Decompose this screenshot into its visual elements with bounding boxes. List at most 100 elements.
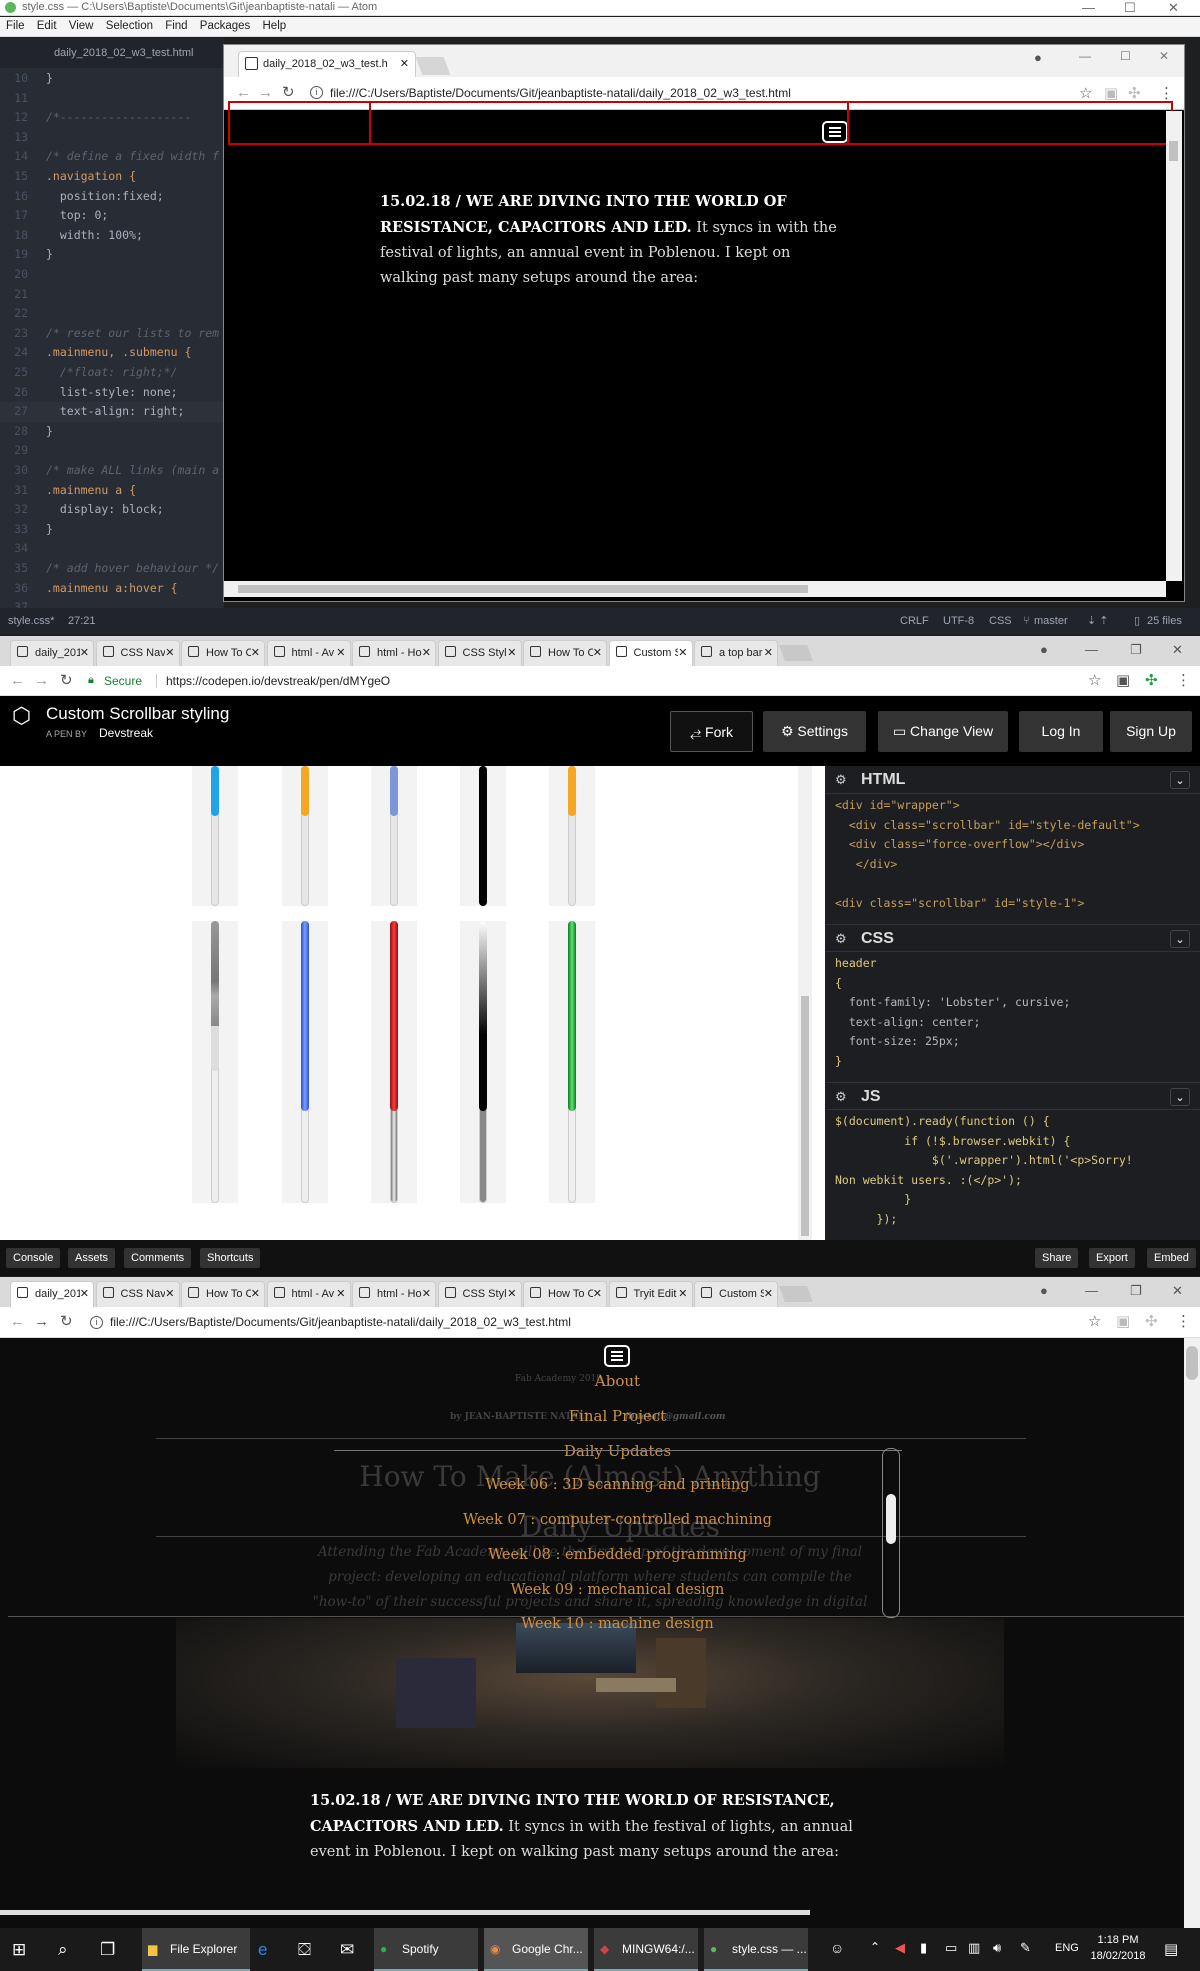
mail-icon[interactable]: ✉ — [340, 1940, 354, 1960]
pen-title[interactable]: Custom Scrollbar styling — [46, 704, 229, 724]
menu-edit[interactable]: Edit — [37, 20, 57, 32]
code-line[interactable]: 37 — [0, 598, 224, 608]
code-line[interactable]: 22 — [0, 304, 224, 324]
address-input[interactable]: file:///C:/Users/Baptiste/Documents/Git/… — [330, 83, 791, 103]
menu-file[interactable]: File — [6, 20, 25, 32]
menu-item[interactable]: About — [0, 1372, 1184, 1390]
extension-icon[interactable]: ✣ — [1128, 84, 1141, 102]
code-line[interactable]: 10} — [0, 69, 224, 89]
pen-author[interactable]: Devstreak — [99, 726, 153, 740]
scrollbar-thumb[interactable] — [479, 766, 487, 906]
tab-close-icon[interactable]: ✕ — [79, 1282, 89, 1306]
tab-close-icon[interactable]: ✕ — [250, 1282, 260, 1306]
tray-icon[interactable]: ▮ — [920, 1940, 927, 1956]
address-input[interactable]: file:///C:/Users/Baptiste/Documents/Git/… — [110, 1312, 571, 1332]
shortcuts-button[interactable]: Shortcuts — [200, 1248, 261, 1268]
html-code[interactable]: <div id="wrapper"> <div class="scrollbar… — [835, 796, 1140, 913]
share-button[interactable]: Share — [1035, 1248, 1079, 1268]
info-icon[interactable]: i — [310, 86, 323, 99]
tab-close-icon[interactable]: ✕ — [421, 641, 431, 665]
scrollbar-thumb[interactable] — [211, 921, 219, 1071]
address-input[interactable]: https://codepen.io/devstreak/pen/dMYgeO — [166, 671, 390, 691]
browser-tab[interactable]: Custom S ✕ — [608, 640, 693, 666]
bookmark-star-icon[interactable]: ☆ — [1079, 84, 1092, 102]
console-button[interactable]: Console — [6, 1248, 61, 1268]
horizontal-scrollbar[interactable] — [224, 581, 1166, 597]
tab-close-icon[interactable]: ✕ — [678, 641, 688, 665]
status-files[interactable]: 25 files — [1147, 608, 1182, 634]
fetch-arrows-icon[interactable]: ⇣ ⇡ — [1087, 608, 1109, 634]
tab-close-icon[interactable]: ✕ — [336, 1282, 346, 1306]
editor-tab[interactable]: daily_2018_02_w3_test.html — [0, 38, 224, 68]
code-line[interactable]: 24 .mainmenu, .submenu { — [0, 343, 224, 363]
vertical-scrollbar[interactable] — [1166, 111, 1182, 581]
browser-tab[interactable]: How To C ✕ — [523, 1281, 607, 1307]
scrollbar-demo[interactable] — [192, 921, 238, 1203]
forward-icon[interactable]: → — [34, 673, 49, 689]
close-icon[interactable]: ✕ — [1172, 642, 1183, 658]
new-tab-button[interactable] — [415, 57, 451, 75]
browser-tab[interactable]: How To C ✕ — [181, 1281, 265, 1307]
browser-tab[interactable]: CSS Stylin ✕ — [437, 640, 522, 666]
code-line[interactable]: 36 .mainmenu a:hover { — [0, 579, 224, 599]
result-scrollbar[interactable] — [798, 766, 812, 1254]
scrollbar-demo[interactable] — [460, 921, 506, 1203]
code-line[interactable]: 25 /*float: right;*/ — [0, 363, 224, 383]
scrollbar-thumb[interactable] — [479, 921, 487, 1111]
new-tab-button[interactable] — [778, 645, 813, 661]
code-line[interactable]: 19} — [0, 245, 224, 265]
browser-tab[interactable]: Custom S ✕ — [694, 1281, 778, 1307]
menu-item[interactable]: Week 10 : machine design — [0, 1616, 1184, 1632]
extension-icon[interactable]: ✣ — [1145, 671, 1158, 689]
chevron-down-icon[interactable]: ⌄ — [1170, 930, 1190, 948]
maximize-icon[interactable]: ☐ — [1124, 0, 1136, 15]
browser-tab[interactable]: CSS Navi ✕ — [95, 1281, 180, 1307]
browser-tab[interactable]: daily_201 ✕ — [10, 640, 94, 666]
scrollbar-thumb[interactable] — [301, 766, 309, 816]
code-line[interactable]: 20 — [0, 265, 224, 285]
tab-close-icon[interactable]: ✕ — [507, 1282, 517, 1306]
browser-tab[interactable]: html - Av ✕ — [266, 1281, 351, 1307]
taskbar-chrome[interactable]: ◉ Google Chr... — [484, 1928, 588, 1971]
scrollbar-thumb[interactable] — [390, 766, 398, 816]
menu-scrollbar[interactable] — [882, 1448, 900, 1618]
browser-tab[interactable]: How To C ✕ — [523, 640, 607, 666]
scrollbar-demo[interactable] — [549, 921, 595, 1203]
extension-icon[interactable]: ✣ — [1145, 1312, 1158, 1330]
css-code[interactable]: header { font-family: 'Lobster', cursive;… — [835, 954, 1070, 1071]
taskbar-mingw[interactable]: ◆ MINGW64:/... — [594, 1928, 698, 1971]
scrollbar-thumb[interactable] — [238, 585, 808, 593]
scrollbar-demo[interactable] — [371, 921, 417, 1203]
notification-tray-icon[interactable]: ◀ — [895, 1940, 905, 1956]
search-icon[interactable]: ⌕ — [58, 1940, 68, 1960]
bookmark-star-icon[interactable]: ☆ — [1088, 671, 1101, 689]
assets-button[interactable]: Assets — [68, 1248, 116, 1268]
menu-dots-icon[interactable]: ⋮ — [1159, 84, 1174, 102]
browser-tab[interactable]: html - Ho ✕ — [352, 640, 436, 666]
profile-icon[interactable]: ● — [1034, 50, 1042, 65]
export-button[interactable]: Export — [1089, 1248, 1135, 1268]
tab-close-icon[interactable]: ✕ — [336, 641, 346, 665]
code-line[interactable]: 35 /* add hover behaviour */ — [0, 559, 224, 579]
browser-tab[interactable]: html - Ho ✕ — [352, 1281, 436, 1307]
network-icon[interactable]: ▭ — [945, 1940, 957, 1956]
browser-tab[interactable]: html - Av ✕ — [266, 640, 351, 666]
taskbar-file-explorer[interactable]: ▆ File Explorer — [142, 1928, 250, 1971]
status-line-ending[interactable]: CRLF — [900, 608, 929, 634]
tab-close-icon[interactable]: ✕ — [678, 1282, 688, 1306]
maximize-icon[interactable]: ❐ — [1130, 1283, 1142, 1299]
scrollbar-thumb[interactable] — [390, 921, 398, 1111]
edge-icon[interactable]: e — [258, 1940, 267, 1960]
menu-selection[interactable]: Selection — [106, 20, 153, 32]
new-tab-button[interactable] — [778, 1286, 813, 1302]
tab-close-icon[interactable]: ✕ — [165, 1282, 175, 1306]
chevron-down-icon[interactable]: ⌄ — [1170, 1088, 1190, 1106]
forward-icon[interactable]: → — [258, 85, 273, 101]
menu-view[interactable]: View — [69, 20, 94, 32]
scrollbar-demo[interactable] — [282, 766, 328, 906]
reload-icon[interactable]: ↻ — [60, 673, 73, 689]
menu-dots-icon[interactable]: ⋮ — [1176, 1312, 1191, 1330]
tab-close-icon[interactable]: ✕ — [421, 1282, 431, 1306]
comments-button[interactable]: Comments — [124, 1248, 192, 1268]
code-line[interactable]: 11 — [0, 89, 224, 109]
